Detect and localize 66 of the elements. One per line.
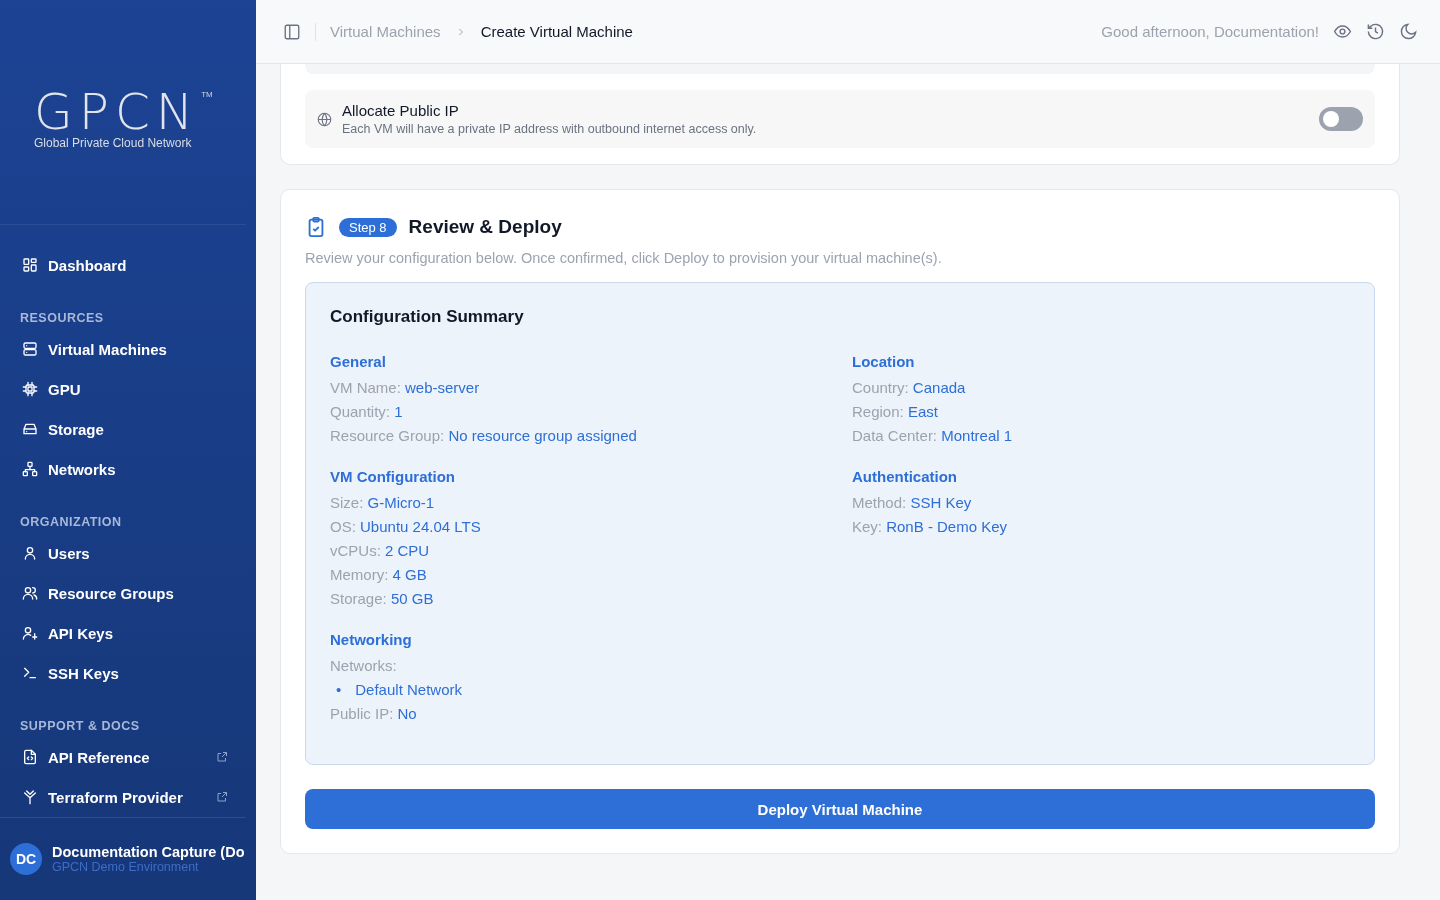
- nav-icon: [22, 381, 38, 398]
- summary-heading: General: [330, 353, 387, 370]
- summary-line: Resource Group: No resource group assigned: [330, 426, 638, 446]
- summary-label: Networks:: [330, 656, 398, 676]
- summary-line: Size: G-Micro-1: [330, 493, 436, 513]
- sidebar-item[interactable]: Storage: [12, 409, 246, 450]
- summary-line: Country: Canada: [852, 378, 967, 398]
- sidebar-item[interactable]: Resource Groups: [12, 573, 246, 614]
- summary-line: Storage: 50 GB: [330, 589, 435, 609]
- sidebar-item[interactable]: Users: [12, 533, 246, 574]
- summary-line: Region: East: [852, 402, 939, 422]
- summary-line: Key: RonB - Demo Key: [852, 517, 1009, 537]
- summary-heading: Authentication: [852, 468, 958, 485]
- summary-line: Memory: 4 GB: [330, 565, 428, 585]
- history-icon[interactable]: [1366, 22, 1385, 41]
- section-description: Review your configuration below. Once confirmed, click Deploy to provision your virtual machine(s).: [305, 250, 943, 266]
- user-avatar: DC: [10, 843, 42, 876]
- trademark-text: TM: [201, 90, 213, 99]
- nav-icon: [22, 625, 38, 642]
- nav-icon: [22, 545, 38, 562]
- section-heading: ORGANIZATION: [19, 514, 123, 532]
- sidebar-item[interactable]: API Keys: [12, 613, 246, 654]
- sidebar-item[interactable]: Dashboard: [12, 245, 246, 286]
- summary-title: Configuration Summary: [330, 307, 525, 327]
- summary-line: vCPUs: 2 CPU: [330, 541, 431, 561]
- user-name: Documentation Capture (Do: [52, 844, 245, 861]
- nav-icon: [22, 789, 38, 806]
- summary-line: OS: Ubuntu 24.04 LTS: [330, 517, 482, 537]
- sidebar-item[interactable]: GPU: [12, 369, 246, 410]
- nav-icon: [22, 257, 38, 274]
- nav-icon: [22, 461, 38, 478]
- tagline: Global Private Cloud Network: [34, 136, 193, 150]
- section-title: Review & Deploy: [408, 216, 562, 238]
- option-description: Each VM will have a private IP address with outbound internet access only.: [342, 122, 758, 136]
- sidebar-item[interactable]: SSH Keys: [12, 653, 246, 694]
- eye-icon[interactable]: [1333, 22, 1352, 41]
- nav-icon: [22, 749, 38, 766]
- bullet-mark: •: [336, 680, 342, 700]
- summary-heading: VM Configuration: [330, 468, 456, 485]
- nav-icon: [22, 585, 38, 602]
- globe-icon: [317, 111, 332, 127]
- sidebar-item[interactable]: Terraform Provider: [12, 777, 246, 818]
- list-item: Default Network: [355, 680, 462, 700]
- nav-icon: [22, 341, 38, 358]
- organization-name: GPCN Demo Environment: [52, 860, 200, 875]
- sidebar-item[interactable]: API Reference: [12, 737, 246, 778]
- section-heading: RESOURCES: [19, 310, 105, 328]
- summary-line: Public IP: No: [330, 704, 418, 724]
- sidebar-item[interactable]: Networks: [12, 449, 246, 490]
- sidebar-toggle-icon[interactable]: [283, 22, 301, 41]
- summary-line: VM Name: web-server: [330, 378, 481, 398]
- summary-line: Quantity: 1: [330, 402, 404, 422]
- sidebar-item[interactable]: Virtual Machines: [12, 329, 246, 370]
- toggle-switch[interactable]: [1319, 107, 1363, 131]
- summary-heading: Location: [852, 353, 916, 370]
- logo-text: GPCN: [34, 90, 200, 134]
- moon-icon[interactable]: [1399, 22, 1418, 41]
- summary-line: Data Center: Montreal 1: [852, 426, 1014, 446]
- step-badge: Step 8: [339, 217, 397, 237]
- deploy-button[interactable]: Deploy Virtual Machine: [305, 789, 1375, 829]
- breadcrumb-current: Create Virtual Machine: [480, 23, 633, 40]
- option-title: Allocate Public IP: [342, 102, 460, 119]
- summary-heading: Networking: [330, 631, 413, 648]
- section-heading: SUPPORT & DOCS: [19, 718, 141, 736]
- greeting-text: Good afternoon, Documentation!: [1101, 23, 1319, 40]
- summary-line: Method: SSH Key: [852, 493, 973, 513]
